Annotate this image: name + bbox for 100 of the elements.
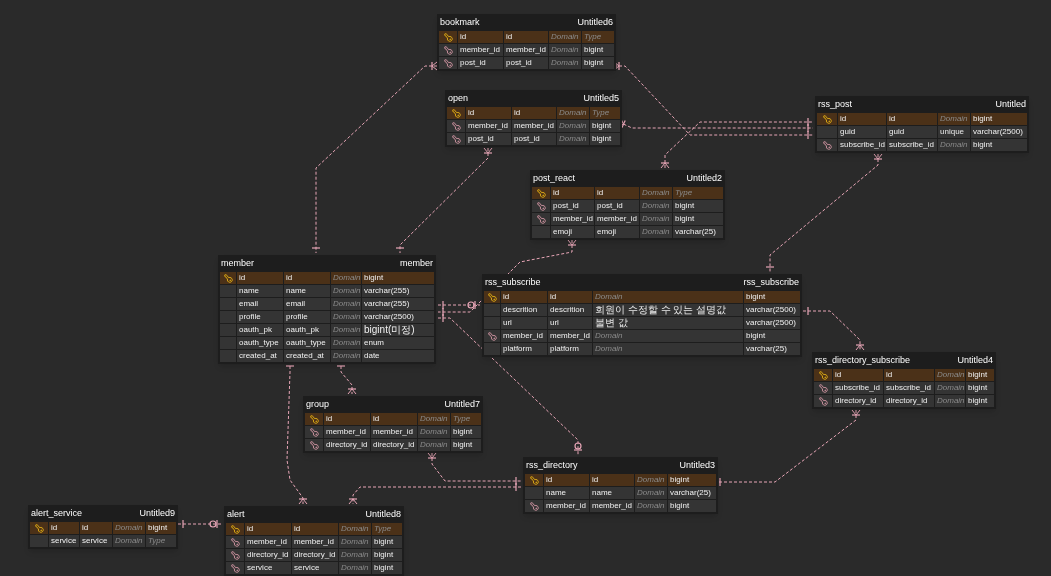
table-cell: Domain bbox=[640, 213, 672, 225]
table-label: Untitled7 bbox=[444, 398, 480, 412]
table-cell: post_id bbox=[512, 133, 556, 145]
table-cell: Domain bbox=[640, 200, 672, 212]
key-icon bbox=[529, 501, 539, 511]
table-name: rss_post bbox=[818, 98, 852, 112]
table-cell: bigint bbox=[971, 113, 1027, 125]
table-cell: 회원이 수정할 수 있는 설명값 bbox=[593, 304, 743, 316]
table-cell: post_id bbox=[595, 200, 639, 212]
table-card[interactable]: post_react Untitled2 id id Domain Type post_id post_id Domain bigint member_id member_id Domain bigint emoji emoji Domain varchar(25) bbox=[530, 170, 725, 240]
table-cell: Domain bbox=[331, 311, 361, 323]
table-cell: platform bbox=[501, 343, 547, 355]
table-cell: Domain bbox=[557, 107, 589, 119]
table-cell: url bbox=[501, 317, 547, 329]
table-cell: Domain bbox=[418, 439, 450, 451]
table-cell: name bbox=[544, 487, 589, 499]
key-icon bbox=[309, 427, 319, 437]
table-cell: bigint bbox=[362, 272, 434, 284]
table-cell: id bbox=[551, 187, 594, 199]
table-cell: name bbox=[590, 487, 634, 499]
table-cell: bigint bbox=[582, 57, 614, 69]
table-cell: member_id bbox=[504, 44, 548, 56]
table-card[interactable]: group Untitled7 id id Domain Type member_id member_id Domain bigint directory_id directory_id Domain bigint bbox=[303, 396, 483, 453]
table-card[interactable]: rss_directory_subscribe Untitled4 id id Domain bigint subscribe_id subscribe_id Domain bigint directory_id directory_id Domain bigint bbox=[812, 352, 996, 409]
table-card[interactable]: rss_directory Untitled3 id id Domain bigint name name Domain varchar(25) member_id member_id Domain bigint bbox=[523, 457, 718, 514]
table-cell: Domain bbox=[938, 113, 970, 125]
table-cell: Domain bbox=[549, 44, 581, 56]
table-cell: id bbox=[833, 369, 883, 381]
table-card[interactable] bbox=[218, 255, 436, 364]
table-cell: varchar(2500) bbox=[744, 317, 800, 329]
table-name: rss_subscribe bbox=[485, 276, 541, 290]
table-card[interactable]: open Untitled5 id id Domain Type member_id member_id Domain bigint post_id post_id Domain bigint bbox=[445, 90, 622, 147]
table-cell: member_id bbox=[512, 120, 556, 132]
table-cell: Domain bbox=[339, 549, 371, 561]
table-cell: id bbox=[292, 523, 338, 535]
table-cell: id bbox=[548, 291, 592, 303]
key-icon bbox=[230, 550, 240, 560]
table-card[interactable]: bookmark Untitled6 id id Domain Type member_id member_id Domain bigint post_id post_id Domain bigint bbox=[437, 14, 616, 71]
table-cell: Domain bbox=[113, 522, 145, 534]
table-cell: bigint bbox=[673, 213, 723, 225]
table-cell: oauth_pk bbox=[284, 324, 330, 336]
table-cell: Domain bbox=[593, 291, 743, 303]
table-cell: Domain bbox=[635, 474, 667, 486]
table-label: Untitled2 bbox=[686, 172, 722, 186]
table-cell: profile bbox=[237, 311, 283, 323]
table-name: group bbox=[306, 398, 330, 412]
table-cell: member_id bbox=[548, 330, 592, 342]
table-cell: url bbox=[548, 317, 592, 329]
table-cell: subscribe_id bbox=[887, 139, 937, 151]
table-card[interactable]: alert Untitled8 id id Domain Type member_id member_id Domain bigint directory_id directory_id Domain bigint service service Domain bigint bbox=[224, 506, 404, 576]
table-cell: Domain bbox=[640, 226, 672, 238]
key-icon bbox=[443, 32, 453, 42]
table-cell: member_id bbox=[590, 500, 634, 512]
table-cell: Type bbox=[451, 413, 481, 425]
table-label: rss_subscribe bbox=[743, 276, 799, 290]
table-name: alert_service bbox=[31, 507, 83, 521]
table-label: Untitled6 bbox=[577, 16, 613, 30]
table-cell: name bbox=[284, 285, 330, 297]
table-cell: bigint bbox=[744, 291, 800, 303]
table-cell: member_id bbox=[324, 426, 370, 438]
table-cell bbox=[817, 126, 837, 138]
table-cell: directory_id bbox=[324, 439, 370, 451]
table-cell: post_id bbox=[466, 133, 511, 145]
table-cell: id bbox=[245, 523, 291, 535]
table-cell: member_id bbox=[595, 213, 639, 225]
table-cell: id bbox=[838, 113, 886, 125]
table-cell: id bbox=[80, 522, 112, 534]
table-cell: Domain bbox=[593, 343, 743, 355]
table-cell: oauth_type bbox=[284, 337, 330, 349]
table-cell: name bbox=[237, 285, 283, 297]
table-cell: created_at bbox=[237, 350, 283, 362]
table-cell: varchar(255) bbox=[362, 298, 434, 310]
table-cell: bigint bbox=[673, 200, 723, 212]
key-icon bbox=[451, 121, 461, 131]
table-cell: Domain bbox=[640, 187, 672, 199]
table-cell: Type bbox=[673, 187, 723, 199]
table-card[interactable]: alert_service Untitled9 id id Domain bigint service service Domain Type bbox=[28, 505, 178, 549]
key-icon bbox=[230, 524, 240, 534]
table-cell: Type bbox=[146, 535, 176, 547]
table-cell: Domain bbox=[331, 324, 361, 336]
table-card[interactable]: rss_post Untitled id id Domain bigint guid guid unique varchar(2500) subscribe_id subscribe_id Domain bigint bbox=[815, 96, 1029, 153]
table-cell: service bbox=[49, 535, 79, 547]
table-card[interactable]: rss_subscribe rss_subscribe id id Domain bigint descrition descrition 회원이 수정할 수 있는 설명값 varchar(2500) url url 불변 값 varchar(2500) member_id member_id Domain bigint platform platform Domain varchar(25) bbox=[482, 274, 802, 357]
table-cell: Domain bbox=[557, 120, 589, 132]
table-cell: service bbox=[80, 535, 112, 547]
table-cell: member_id bbox=[466, 120, 511, 132]
table-name: rss_directory bbox=[526, 459, 578, 473]
key-icon bbox=[818, 370, 828, 380]
table-cell: Domain bbox=[331, 337, 361, 349]
table-cell: bigint bbox=[146, 522, 176, 534]
table-cell: bigint bbox=[966, 369, 994, 381]
table-cell: Domain bbox=[418, 426, 450, 438]
key-icon bbox=[818, 383, 828, 393]
table-name: alert bbox=[227, 508, 245, 522]
table-cell: subscribe_id bbox=[884, 382, 934, 394]
table-cell: varchar(25) bbox=[668, 487, 716, 499]
table-cell: emoji bbox=[551, 226, 594, 238]
table-cell: directory_id bbox=[371, 439, 417, 451]
table-cell: bigint bbox=[372, 536, 402, 548]
table-name: member bbox=[221, 257, 254, 271]
